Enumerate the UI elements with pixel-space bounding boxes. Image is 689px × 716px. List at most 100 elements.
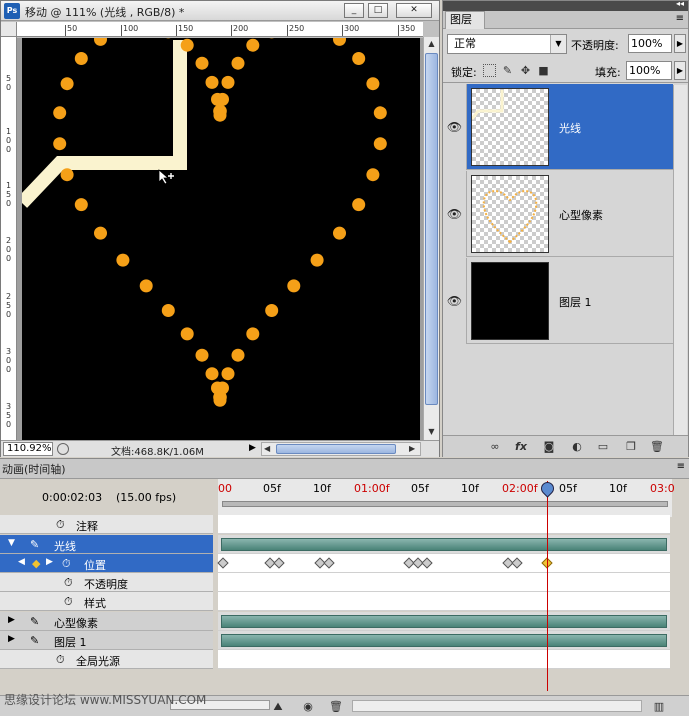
expand-down-icon[interactable]: ▼	[8, 538, 15, 548]
panel-dock-bar[interactable]: ◂◂	[443, 1, 688, 11]
onion-skin-icon[interactable]: ◉	[300, 700, 316, 714]
fx-icon[interactable]: fx	[513, 440, 529, 454]
stopwatch-icon[interactable]: ⏱	[64, 576, 73, 590]
keyframe[interactable]	[511, 557, 522, 568]
stopwatch-icon[interactable]: ⏱	[64, 595, 73, 609]
track-position[interactable]: ◀ ◆ ▶ ⏱ 位置	[0, 554, 213, 573]
layer-duration-bar[interactable]	[221, 634, 667, 647]
panel-menu-icon[interactable]: ≡	[676, 13, 684, 24]
layer-duration-bar[interactable]	[221, 615, 667, 628]
lane-layer1[interactable]	[218, 631, 670, 650]
canvas-area[interactable]	[17, 38, 423, 440]
lane-global-light[interactable]	[218, 650, 670, 669]
keyframe[interactable]	[323, 557, 334, 568]
tab-layers[interactable]: 图层	[445, 11, 485, 29]
eye-icon[interactable]: 👁	[443, 84, 467, 170]
lock-move-icon[interactable]: ✥	[519, 64, 532, 77]
keyframe[interactable]	[217, 557, 228, 568]
stopwatch-icon[interactable]: ⏱	[56, 653, 65, 667]
layers-scrollbar[interactable]	[673, 85, 687, 439]
trash-icon[interactable]: 🗑	[649, 440, 665, 454]
layer-row-heart[interactable]: 👁 心型像素	[443, 171, 673, 257]
link-icon[interactable]: ∞	[487, 440, 503, 454]
lane-opacity[interactable]	[218, 573, 670, 592]
track-comments[interactable]: ⏱ 注释	[0, 515, 213, 534]
adjustment-icon[interactable]: ◐	[569, 440, 585, 454]
work-area-bar[interactable]	[222, 501, 668, 507]
vertical-scrollbar[interactable]: ▲ ▼	[423, 37, 439, 441]
chevron-down-icon[interactable]: ▼	[550, 35, 566, 53]
status-menu-icon[interactable]	[57, 443, 69, 455]
canvas[interactable]	[22, 38, 420, 440]
mask-icon[interactable]: ◙	[541, 440, 557, 454]
track-style[interactable]: ⏱ 样式	[0, 592, 213, 611]
new-layer-icon[interactable]: ❐	[623, 440, 639, 454]
stopwatch-icon[interactable]: ⏱	[56, 518, 65, 532]
heart-dot	[61, 168, 74, 181]
fill-arrow-icon[interactable]: ▶	[674, 61, 686, 80]
scroll-down-icon[interactable]: ▼	[425, 425, 438, 439]
horizontal-ruler[interactable]: 50 100 150 200 250 300 350	[17, 22, 423, 37]
document-titlebar[interactable]: Ps 移动 @ 111% (光线 , RGB/8) * _ □ ✕	[1, 1, 439, 21]
lane-position[interactable]	[218, 554, 670, 573]
opacity-input[interactable]: 100%	[628, 34, 672, 53]
ruler-label: 150	[178, 25, 193, 33]
mountain-large-icon[interactable]: ⛰	[270, 700, 286, 714]
horizontal-scrollbar[interactable]: ◀ ▶	[261, 442, 421, 456]
panel-menu-icon[interactable]: ≡	[677, 461, 685, 472]
ruler-origin[interactable]	[1, 22, 17, 37]
track-layer-1[interactable]: ▶ ✎ 图层 1	[0, 631, 213, 650]
lock-all-icon[interactable]: ■	[537, 64, 550, 77]
lock-brush-icon[interactable]: ✎	[501, 64, 514, 77]
scroll-right-icon[interactable]: ▶	[409, 443, 415, 455]
vertical-scroll-thumb[interactable]	[425, 53, 438, 405]
keyframe[interactable]	[273, 557, 284, 568]
fill-input[interactable]: 100%	[626, 61, 672, 80]
keyframe[interactable]	[421, 557, 432, 568]
prev-keyframe-icon[interactable]: ◀	[18, 557, 25, 567]
minimize-button[interactable]: _	[344, 3, 364, 18]
track-layer-heart[interactable]: ▶ ✎ 心型像素	[0, 612, 213, 631]
time-label: 10f	[609, 482, 627, 495]
move-cursor-icon	[159, 170, 174, 184]
frame-mode-icon[interactable]: ▥	[648, 700, 670, 714]
playhead-line[interactable]	[547, 481, 548, 691]
lane-guangxian[interactable]	[218, 535, 670, 554]
eye-icon[interactable]: 👁	[443, 171, 467, 257]
trash-icon[interactable]: 🗑	[328, 700, 344, 714]
expand-right-icon[interactable]: ▶	[8, 634, 15, 644]
status-arrow-icon[interactable]: ▶	[249, 443, 256, 453]
close-button[interactable]: ✕	[396, 3, 432, 18]
layer-row-layer1[interactable]: 👁 图层 1	[443, 258, 673, 344]
lane-heart[interactable]	[218, 612, 670, 631]
scroll-left-icon[interactable]: ◀	[264, 443, 270, 455]
photoshop-logo-icon: Ps	[4, 3, 20, 19]
lane-comments[interactable]	[218, 515, 670, 534]
scroll-up-icon[interactable]: ▲	[425, 37, 438, 51]
vertical-ruler[interactable]: 5 0 1 0 0 1 5 0 2 0 0 2 5 0 3 0 0 3 5 0	[1, 37, 17, 441]
heart-dot	[333, 227, 346, 240]
stopwatch-icon[interactable]: ⏱	[62, 557, 71, 571]
timeline-scrollbar[interactable]	[352, 700, 642, 712]
lane-style[interactable]	[218, 592, 670, 611]
layer-duration-bar[interactable]	[221, 538, 667, 551]
tab-animation[interactable]: 动画(时间轴)	[2, 461, 66, 477]
eye-icon[interactable]: 👁	[443, 258, 467, 344]
opacity-arrow-icon[interactable]: ▶	[674, 34, 686, 53]
folder-icon[interactable]: ▭	[595, 440, 611, 454]
next-keyframe-icon[interactable]: ▶	[46, 557, 53, 567]
expand-right-icon[interactable]: ▶	[8, 615, 15, 625]
layer-row-guangxian[interactable]: 👁 光线	[443, 84, 673, 170]
track-layer-guangxian[interactable]: ▼ ✎ 光线	[0, 535, 213, 554]
current-timecode[interactable]: 0:00:02:03	[42, 491, 102, 504]
blend-mode-select[interactable]: 正常 ▼	[447, 34, 567, 54]
zoom-input[interactable]: 110.92%	[3, 442, 53, 456]
add-keyframe-icon[interactable]: ◆	[32, 557, 40, 570]
track-global-light[interactable]: ⏱ 全局光源	[0, 650, 213, 669]
restore-button[interactable]: □	[368, 3, 388, 18]
time-ruler[interactable]: 00 05f 10f 01:00f 05f 10f 02:00f 05f 10f…	[218, 479, 672, 517]
horizontal-scroll-thumb[interactable]	[276, 444, 396, 454]
collapse-icon[interactable]: ◂◂	[676, 0, 684, 8]
lock-transparent-icon[interactable]	[483, 64, 496, 77]
track-opacity[interactable]: ⏱ 不透明度	[0, 573, 213, 592]
